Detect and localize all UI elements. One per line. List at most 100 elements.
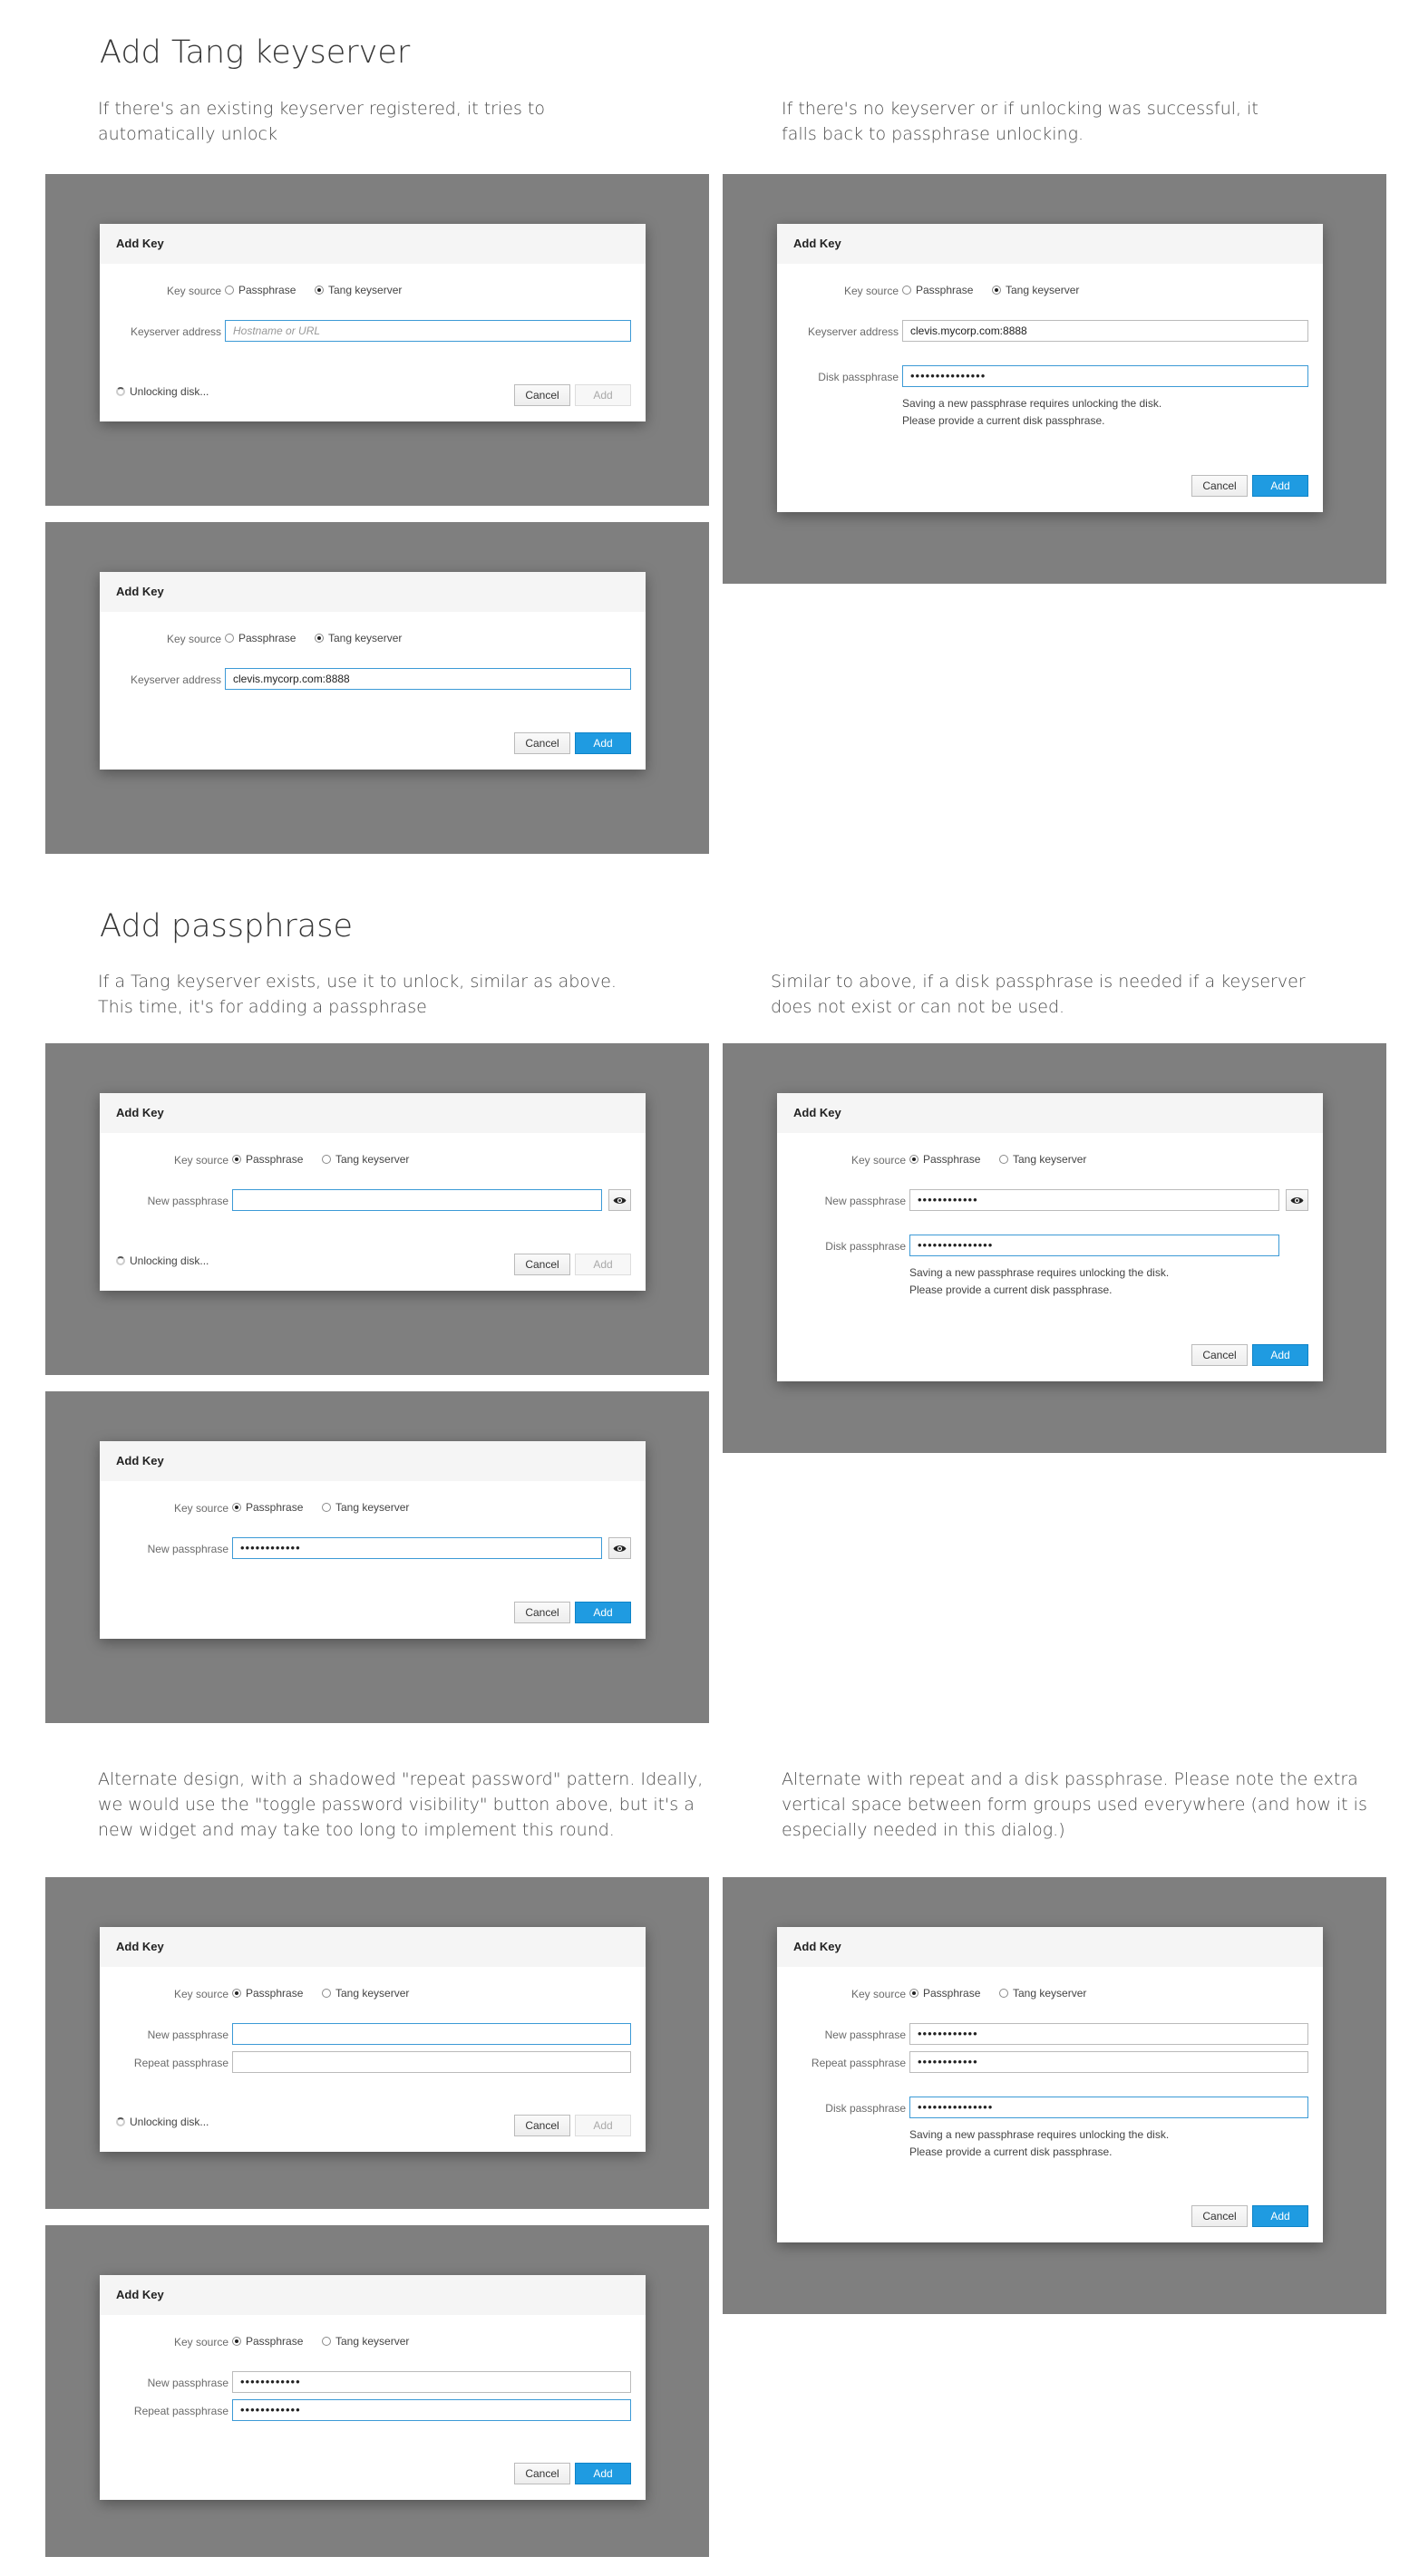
disk-passphrase-input[interactable]: ••••••••••••••• [909,1235,1279,1256]
radio-tang[interactable]: Tang keyserver [322,1153,409,1166]
key-source-label: Key source [173,1988,228,2000]
desc-line: automatically unlock [98,124,278,144]
screenshot-panel: Add Key Key source Passphrase Tang keyserve… [45,522,709,854]
new-passphrase-input[interactable]: •••••••••••• [909,1189,1279,1211]
radio-passphrase[interactable]: Passphrase [909,1153,980,1166]
add-button[interactable]: Add [1252,1344,1308,1366]
radio-passphrase-label: Passphrase [916,284,974,296]
help-text: Saving a new passphrase requires unlocki… [909,2128,1170,2141]
radio-tang[interactable]: Tang keyserver [999,1987,1086,2000]
radio-tang[interactable]: Tang keyserver [999,1153,1086,1166]
disk-passphrase-input[interactable]: ••••••••••••••• [909,2097,1308,2118]
radio-passphrase[interactable]: Passphrase [225,632,296,644]
radio-passphrase[interactable]: Passphrase [232,1501,303,1514]
cancel-button[interactable]: Cancel [514,1602,570,1623]
radio-passphrase[interactable]: Passphrase [232,2335,303,2348]
help-text: Please provide a current disk passphrase… [909,1283,1113,1296]
keyserver-input[interactable]: clevis.mycorp.com:8888 [902,320,1308,342]
add-button[interactable]: Add [575,732,631,754]
add-button[interactable]: Add [575,384,631,406]
toggle-visibility-button[interactable] [608,1537,631,1559]
radio-icon [232,1155,241,1164]
radio-passphrase-label: Passphrase [923,1153,981,1166]
cancel-button[interactable]: Cancel [514,732,570,754]
radio-tang[interactable]: Tang keyserver [992,284,1079,296]
keyserver-input[interactable]: Hostname or URL [225,320,631,342]
new-passphrase-label: New passphrase [824,2029,906,2041]
new-passphrase-input[interactable]: •••••••••••• [232,2371,631,2393]
repeat-passphrase-input[interactable] [232,2051,631,2073]
dialog-title: Add Key [100,1441,646,1481]
toggle-visibility-button[interactable] [1286,1189,1308,1211]
unlocking-text: Unlocking disk... [130,2116,209,2128]
radio-passphrase[interactable]: Passphrase [909,1987,980,2000]
repeat-passphrase-input-value: •••••••••••• [918,2055,978,2068]
section-heading-tang: Add Tang keyserver [100,34,411,71]
radio-passphrase[interactable]: Passphrase [232,1153,303,1166]
radio-icon [999,1155,1008,1164]
keyserver-input[interactable]: clevis.mycorp.com:8888 [225,668,631,690]
add-key-dialog: Add Key Key source Passphrase Tang keyserve… [100,1927,646,2152]
add-button[interactable]: Add [575,1254,631,1275]
repeat-passphrase-label: Repeat passphrase [133,2405,228,2417]
radio-tang[interactable]: Tang keyserver [322,1501,409,1514]
radio-passphrase-label: Passphrase [246,1153,304,1166]
radio-tang-label: Tang keyserver [1013,1153,1087,1166]
radio-icon [322,2337,331,2346]
cancel-button[interactable]: Cancel [514,384,570,406]
eye-icon [1290,1196,1304,1204]
add-key-dialog: Add Key Key source Passphrase Tang keyserve… [777,1093,1323,1381]
add-key-dialog: Add Key Key source Passphrase Tang keyserve… [100,1093,646,1291]
disk-passphrase-input[interactable]: ••••••••••••••• [902,365,1308,387]
radio-tang-label: Tang keyserver [335,2335,410,2348]
new-passphrase-input[interactable] [232,2023,631,2045]
radio-tang[interactable]: Tang keyserver [322,2335,409,2348]
desc-line: Alternate design, with a shadowed "repea… [98,1769,704,1789]
new-passphrase-input[interactable] [232,1189,602,1211]
add-button[interactable]: Add [575,2115,631,2136]
keyserver-label: Keyserver address [807,325,899,338]
new-passphrase-input[interactable]: •••••••••••• [232,1537,602,1559]
radio-icon [225,286,234,295]
key-source-label: Key source [843,285,899,297]
desc-line: falls back to passphrase unlocking. [782,124,1084,144]
radio-tang[interactable]: Tang keyserver [315,632,402,644]
radio-passphrase[interactable]: Passphrase [225,284,296,296]
new-passphrase-label: New passphrase [147,2029,228,2041]
cancel-button[interactable]: Cancel [514,2463,570,2484]
radio-tang[interactable]: Tang keyserver [322,1987,409,2000]
cancel-button[interactable]: Cancel [1191,475,1248,497]
radio-icon [225,634,234,643]
unlocking-status: Unlocking disk... [116,385,209,398]
repeat-passphrase-input-value: •••••••••••• [240,2403,301,2416]
new-passphrase-input-value: •••••••••••• [918,1193,978,1206]
cancel-button[interactable]: Cancel [1191,2205,1248,2227]
radio-passphrase-label: Passphrase [923,1987,981,2000]
add-key-dialog: Add Key Key source Passphrase Tang keyserve… [777,1927,1323,2242]
disk-passphrase-label: Disk passphrase [825,2102,906,2115]
radio-icon [322,1155,331,1164]
cancel-button[interactable]: Cancel [1191,1344,1248,1366]
radio-icon [232,1503,241,1512]
new-passphrase-input[interactable]: •••••••••••• [909,2023,1308,2045]
screenshot-panel: Add Key Key source Passphrase Tang keyserve… [723,1043,1386,1453]
radio-icon [315,634,324,643]
cancel-button[interactable]: Cancel [514,1254,570,1275]
radio-tang[interactable]: Tang keyserver [315,284,402,296]
new-passphrase-input-value: •••••••••••• [918,2027,978,2040]
cancel-button[interactable]: Cancel [514,2115,570,2136]
add-button[interactable]: Add [1252,475,1308,497]
radio-tang-label: Tang keyserver [335,1153,410,1166]
keyserver-input-value: clevis.mycorp.com:8888 [233,673,350,685]
add-button[interactable]: Add [1252,2205,1308,2227]
repeat-passphrase-input[interactable]: •••••••••••• [232,2399,631,2421]
radio-passphrase[interactable]: Passphrase [232,1987,303,2000]
repeat-passphrase-input[interactable]: •••••••••••• [909,2051,1308,2073]
add-button[interactable]: Add [575,1602,631,1623]
radio-passphrase[interactable]: Passphrase [902,284,973,296]
desc-line: does not exist or can not be used. [771,997,1065,1017]
desc-line: If there's an existing keyserver registe… [98,99,545,119]
add-key-dialog: Add Key Key source Passphrase Tang keyserve… [100,2275,646,2500]
add-button[interactable]: Add [575,2463,631,2484]
toggle-visibility-button[interactable] [608,1189,631,1211]
